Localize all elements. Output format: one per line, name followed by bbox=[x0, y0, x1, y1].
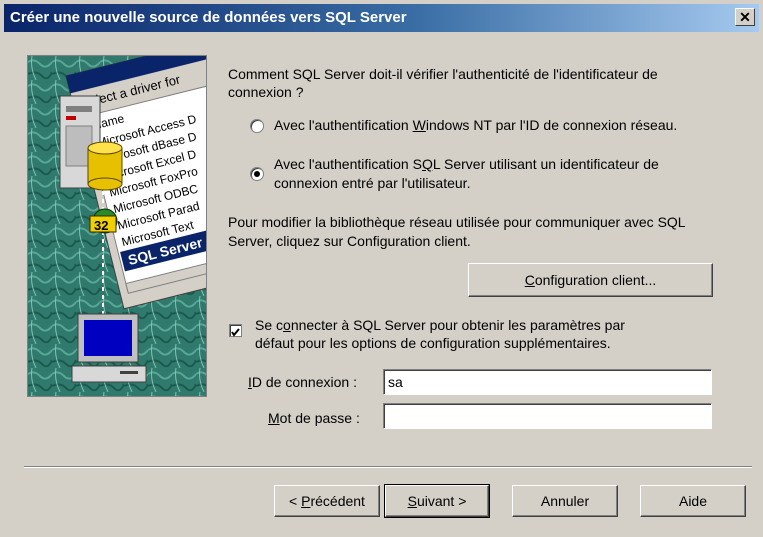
previous-button[interactable]: < Précédent bbox=[274, 485, 380, 517]
windows-auth-label-key: W bbox=[412, 117, 426, 133]
button-separator bbox=[24, 466, 752, 468]
sql-auth-radio[interactable] bbox=[250, 167, 264, 181]
previous-button-label: < Précédent bbox=[289, 493, 365, 509]
client-configuration-button-label: Configuration client... bbox=[524, 272, 657, 288]
help-button[interactable]: Aide bbox=[640, 485, 746, 517]
sql-auth-label-line2[interactable]: connexion entré par l'utilisateur. bbox=[274, 173, 470, 193]
windows-auth-label-pre: Avec l'authentification bbox=[274, 117, 413, 133]
connect-sql-server-label-line2[interactable]: défaut pour les options de configuration… bbox=[255, 333, 611, 353]
auth-question-line1: Comment SQL Server doit-il vérifier l'au… bbox=[228, 66, 658, 82]
password-label: Mot de passe : bbox=[268, 410, 360, 426]
svg-text:32: 32 bbox=[94, 218, 108, 233]
windows-auth-label[interactable]: Avec l'authentification Windows NT par l… bbox=[274, 115, 677, 135]
wizard-illustration-graphic: Select a driver for Name Microsoft Acces… bbox=[28, 56, 206, 396]
sql-auth-label-pre: Avec l'authentification S bbox=[274, 156, 422, 172]
radio-selected-dot bbox=[254, 171, 260, 177]
windows-auth-radio[interactable] bbox=[250, 119, 264, 133]
connect-label-key: o bbox=[283, 317, 291, 333]
network-text-line2: Server, cliquez sur Configuration client… bbox=[228, 233, 471, 249]
network-text-line1: Pour modifier la bibliothèque réseau uti… bbox=[228, 214, 686, 230]
login-id-input[interactable] bbox=[383, 369, 712, 395]
connect-sql-server-label[interactable]: Se connecter à SQL Server pour obtenir l… bbox=[255, 315, 625, 335]
close-button[interactable]: ✕ bbox=[735, 8, 755, 26]
sql-auth-label[interactable]: Avec l'authentification SQL Server utili… bbox=[274, 154, 659, 174]
help-button-label: Aide bbox=[678, 493, 708, 509]
next-button[interactable]: Suivant > bbox=[384, 484, 490, 518]
wizard-illustration: Select a driver for Name Microsoft Acces… bbox=[27, 55, 207, 397]
database-icon bbox=[87, 141, 123, 191]
cancel-button-label: Annuler bbox=[540, 493, 590, 509]
auth-question-line2: connexion ? bbox=[228, 84, 304, 100]
checkmark-icon bbox=[231, 328, 240, 337]
windows-auth-label-post: indows NT par l'ID de connexion réseau. bbox=[425, 117, 678, 133]
connect-label-post: nnecter à SQL Server pour obtenir les pa… bbox=[290, 317, 625, 333]
next-button-label: Suivant > bbox=[407, 493, 467, 509]
title-bar[interactable]: Créer une nouvelle source de données ver… bbox=[4, 4, 759, 32]
login-id-label: ID de connexion : bbox=[248, 374, 357, 390]
sql-auth-label-post: L Server utilisant un identificateur de bbox=[432, 156, 659, 172]
computer-icon bbox=[71, 313, 147, 383]
password-input[interactable] bbox=[383, 403, 712, 429]
cancel-button[interactable]: Annuler bbox=[512, 485, 618, 517]
connect-sql-server-checkbox[interactable] bbox=[229, 324, 242, 337]
close-icon: ✕ bbox=[739, 9, 751, 25]
window-title: Créer une nouvelle source de données ver… bbox=[10, 9, 407, 26]
sql-auth-label-key: Q bbox=[421, 156, 433, 172]
client-configuration-button[interactable]: Configuration client... bbox=[468, 263, 713, 297]
connect-label-pre: Se c bbox=[255, 317, 284, 333]
dialog-window: Créer une nouvelle source de données ver… bbox=[0, 0, 763, 537]
